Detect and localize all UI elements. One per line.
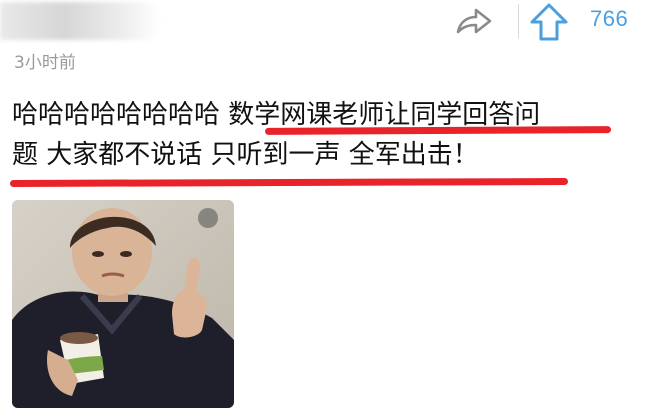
post-body: 哈哈哈哈哈哈哈哈 数学网课老师让同学回答问 题 大家都不说话 只听到一声 全军出… — [12, 95, 670, 175]
vote-count: 766 — [590, 6, 629, 31]
post-text-plain: 哈哈哈哈哈哈哈哈 — [12, 100, 229, 130]
red-underline-2 — [9, 178, 569, 187]
share-button[interactable] — [454, 4, 494, 38]
boy-thumbs-up-photo — [12, 200, 234, 408]
post-timestamp: 3小时前 — [14, 53, 76, 73]
blurred-username — [0, 2, 160, 40]
upvote-button[interactable] — [528, 2, 570, 42]
upvote-arrow-icon — [530, 3, 568, 41]
post-text-highlight-1: 数学网课老师让同学回答问 — [228, 100, 541, 130]
post-image[interactable] — [12, 200, 234, 408]
post-text-highlight-2: 题 大家都不说话 只听到一声 全军出击！ — [12, 140, 479, 170]
header-divider — [518, 4, 519, 38]
post-header: 766 — [0, 0, 670, 44]
share-arrow-icon — [456, 8, 492, 34]
